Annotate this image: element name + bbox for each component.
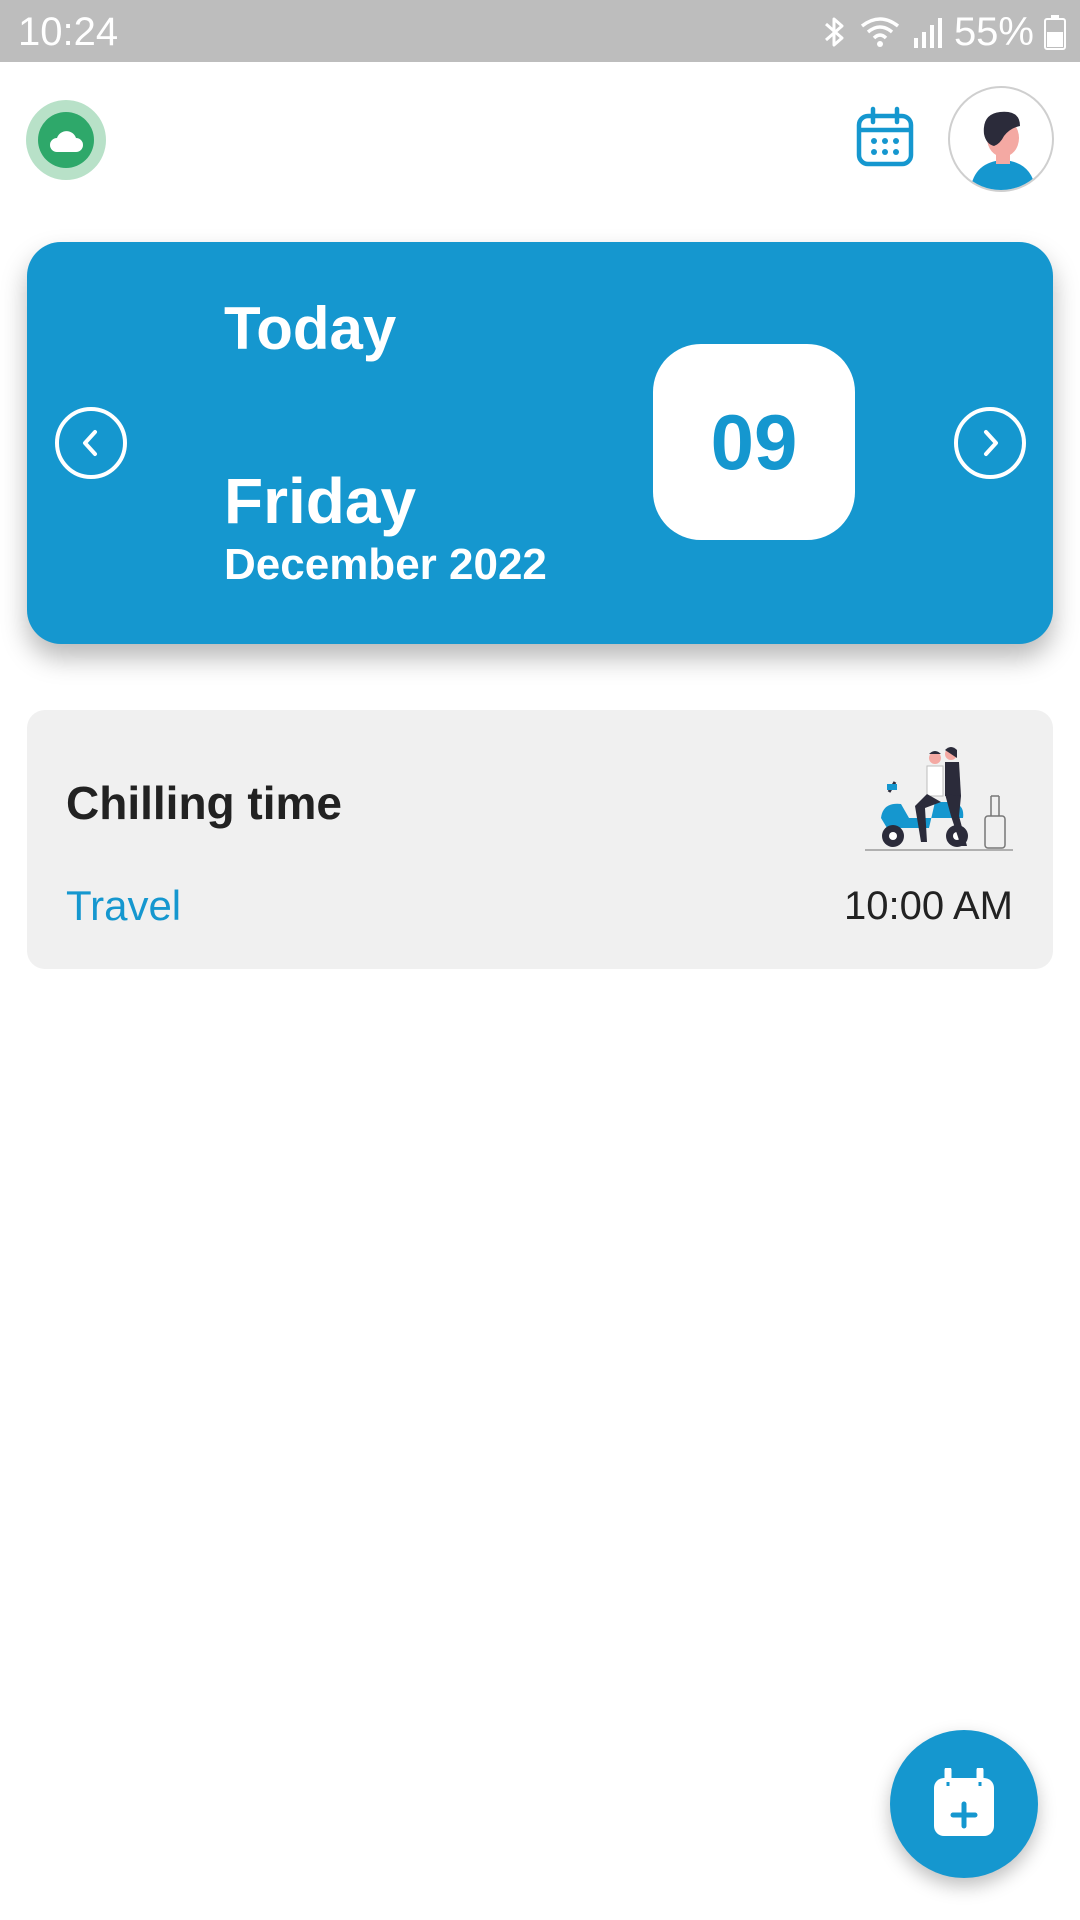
add-event-icon <box>934 1768 994 1836</box>
event-category: Travel <box>66 882 182 929</box>
bluetooth-icon <box>824 17 844 47</box>
event-title: Chilling time <box>66 777 342 829</box>
day-number-box: 09 <box>653 344 855 540</box>
weekday-label: Friday <box>224 465 417 537</box>
month-year-label: December 2022 <box>224 540 547 589</box>
signal-icon <box>913 18 942 48</box>
battery-icon <box>1044 15 1066 50</box>
chevron-left-icon <box>83 430 97 456</box>
cloud-sync-button[interactable] <box>26 100 106 180</box>
today-label: Today <box>224 295 397 362</box>
battery-percent: 55% <box>953 9 1034 54</box>
status-time: 10:24 <box>18 10 119 54</box>
event-card[interactable]: Chilling time Travel 10:00 AM <box>27 710 1053 969</box>
date-card: Today Friday December 2022 09 <box>27 242 1053 644</box>
cloud-icon <box>50 131 83 152</box>
avatar[interactable] <box>948 86 1054 192</box>
scooter-couple-illustration <box>865 747 1013 851</box>
previous-day-button[interactable] <box>55 407 127 479</box>
next-day-button[interactable] <box>954 407 1026 479</box>
user-avatar-icon <box>970 111 1036 190</box>
wifi-icon <box>860 17 900 47</box>
status-bar: 10:24 55% <box>0 0 1080 62</box>
cloud-sync-indicator <box>38 112 94 168</box>
chevron-right-icon <box>984 430 998 456</box>
calendar-button[interactable] <box>853 106 917 170</box>
day-number: 09 <box>710 397 798 486</box>
status-icons: 55% <box>812 10 1066 54</box>
calendar-icon <box>856 106 914 167</box>
event-time: 10:00 AM <box>843 884 1013 928</box>
add-event-button[interactable] <box>890 1730 1038 1878</box>
